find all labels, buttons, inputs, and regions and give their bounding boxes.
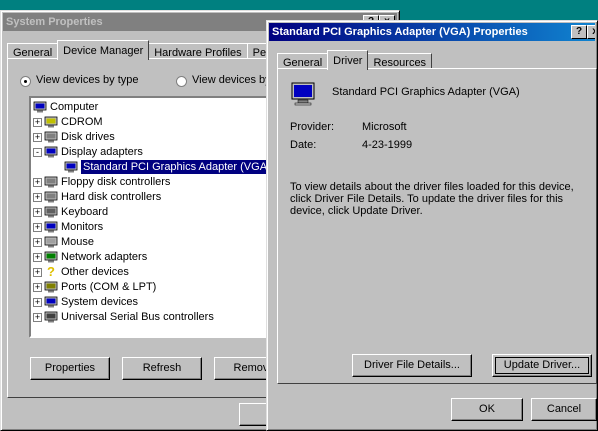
monitor-icon — [44, 221, 58, 233]
computer-icon — [33, 101, 47, 113]
port-icon — [44, 281, 58, 293]
tree-node[interactable]: + Mouse — [33, 235, 94, 249]
tree-node[interactable]: + Universal Serial Bus controllers — [33, 310, 214, 324]
controller-icon — [44, 191, 58, 203]
collapse-icon[interactable]: - — [33, 147, 42, 157]
tree-node-label: Other devices — [61, 266, 129, 278]
tree-node-label: Floppy disk controllers — [61, 176, 171, 188]
tree-node[interactable]: +? Other devices — [33, 265, 129, 279]
tab-driver[interactable]: Driver — [327, 50, 369, 70]
ok-button[interactable]: OK — [451, 398, 523, 421]
expand-icon[interactable]: + — [33, 312, 42, 322]
adapter-properties-window: Standard PCI Graphics Adapter (VGA) Prop… — [266, 20, 598, 431]
expand-icon[interactable]: + — [33, 207, 42, 217]
tree-node-label: Computer — [50, 101, 99, 113]
date-label: Date: — [290, 139, 317, 151]
tree-node-label: Standard PCI Graphics Adapter (VGA) — [81, 160, 273, 174]
expand-icon[interactable]: + — [33, 297, 42, 307]
expand-icon[interactable]: + — [33, 222, 42, 232]
tree-node-label: System devices — [61, 296, 139, 308]
tree-node-label: Hard disk controllers — [61, 191, 162, 203]
tab-hardware-profiles[interactable]: Hardware Profiles — [148, 43, 248, 59]
driver-file-details-label: Driver File Details... — [364, 359, 460, 371]
display-adapter-icon — [64, 161, 78, 173]
question-mark-icon: ? — [47, 264, 55, 279]
expand-icon[interactable]: + — [33, 132, 42, 142]
refresh-button-label: Refresh — [142, 362, 182, 374]
tree-node[interactable]: + Monitors — [33, 220, 103, 234]
tree-node-label: Keyboard — [61, 206, 109, 218]
mouse-icon — [44, 236, 58, 248]
view-by-connection-radio[interactable] — [176, 76, 187, 87]
update-driver-button[interactable]: Update Driver... — [492, 354, 592, 377]
expand-icon[interactable]: + — [33, 252, 42, 262]
close-button[interactable]: x — [587, 25, 595, 39]
window-title: System Properties — [6, 16, 103, 28]
window-title: Standard PCI Graphics Adapter (VGA) Prop… — [272, 26, 528, 38]
expand-icon[interactable]: + — [33, 267, 42, 277]
tree-node[interactable]: - Display adapters — [33, 145, 143, 159]
date-value: 4-23-1999 — [362, 139, 413, 151]
cdrom-icon — [44, 116, 58, 128]
expand-icon[interactable]: + — [33, 177, 42, 187]
driver-panel: Standard PCI Graphics Adapter (VGA) Prov… — [277, 68, 597, 384]
usb-icon — [44, 311, 58, 323]
tree-node[interactable]: Standard PCI Graphics Adapter (VGA) — [53, 160, 273, 174]
view-by-type-radio[interactable] — [20, 76, 31, 87]
tree-node-label: Universal Serial Bus controllers — [61, 311, 214, 323]
tree-node-label: Disk drives — [61, 131, 115, 143]
refresh-button[interactable]: Refresh — [122, 357, 202, 380]
update-driver-label: Update Driver... — [503, 359, 581, 371]
ok-label: OK — [479, 403, 495, 415]
tab-resources[interactable]: Resources — [367, 53, 433, 69]
tree-node-label: Mouse — [61, 236, 95, 248]
tree-node-label: CDROM — [61, 116, 103, 128]
view-by-type-label[interactable]: View devices by type — [36, 74, 139, 86]
tab-general[interactable]: General — [277, 53, 329, 69]
expand-icon[interactable]: + — [33, 282, 42, 292]
adapter-properties-titlebar[interactable]: Standard PCI Graphics Adapter (VGA) Prop… — [269, 23, 595, 41]
tree-node[interactable]: + CDROM — [33, 115, 103, 129]
tree-node[interactable]: Computer — [33, 100, 98, 114]
tree-node-label: Display adapters — [61, 146, 143, 158]
properties-button[interactable]: Properties — [30, 357, 110, 380]
cancel-button[interactable]: Cancel — [531, 398, 597, 421]
keyboard-icon — [44, 206, 58, 218]
controller-icon — [44, 176, 58, 188]
tree-node[interactable]: + Keyboard — [33, 205, 108, 219]
tab-row: General Driver Resources — [277, 45, 433, 70]
tree-node[interactable]: + Ports (COM & LPT) — [33, 280, 156, 294]
provider-label: Provider: — [290, 121, 335, 133]
expand-icon[interactable]: + — [33, 117, 42, 127]
tree-node-label: Network adapters — [61, 251, 148, 263]
properties-button-label: Properties — [44, 362, 96, 374]
device-name: Standard PCI Graphics Adapter (VGA) — [332, 86, 520, 98]
display-adapter-icon — [291, 82, 315, 106]
provider-value: Microsoft — [362, 121, 407, 133]
tab-device-manager[interactable]: Device Manager — [57, 40, 150, 60]
tree-node[interactable]: + Network adapters — [33, 250, 147, 264]
network-adapter-icon — [44, 251, 58, 263]
tree-node[interactable]: + System devices — [33, 295, 138, 309]
driver-description: To view details about the driver files l… — [290, 181, 574, 217]
tab-general[interactable]: General — [7, 43, 59, 59]
tree-node-label: Monitors — [61, 221, 104, 233]
tree-node[interactable]: + Disk drives — [33, 130, 115, 144]
tab-row: General Device Manager Hardware Profiles… — [7, 35, 279, 60]
expand-icon[interactable]: + — [33, 192, 42, 202]
display-adapter-icon — [44, 146, 58, 158]
device-tree[interactable]: Computer + CDROM + Disk drives - Display adapt… — [29, 96, 279, 338]
cancel-label: Cancel — [546, 403, 582, 415]
help-button[interactable]: ? — [571, 25, 587, 39]
tree-node[interactable]: + Floppy disk controllers — [33, 175, 170, 189]
view-by-connection-label[interactable]: View devices by — [192, 74, 271, 86]
expand-icon[interactable]: + — [33, 237, 42, 247]
disk-drive-icon — [44, 131, 58, 143]
driver-file-details-button[interactable]: Driver File Details... — [352, 354, 472, 377]
tree-node[interactable]: + Hard disk controllers — [33, 190, 161, 204]
system-device-icon — [44, 296, 58, 308]
tree-node-label: Ports (COM & LPT) — [61, 281, 157, 293]
